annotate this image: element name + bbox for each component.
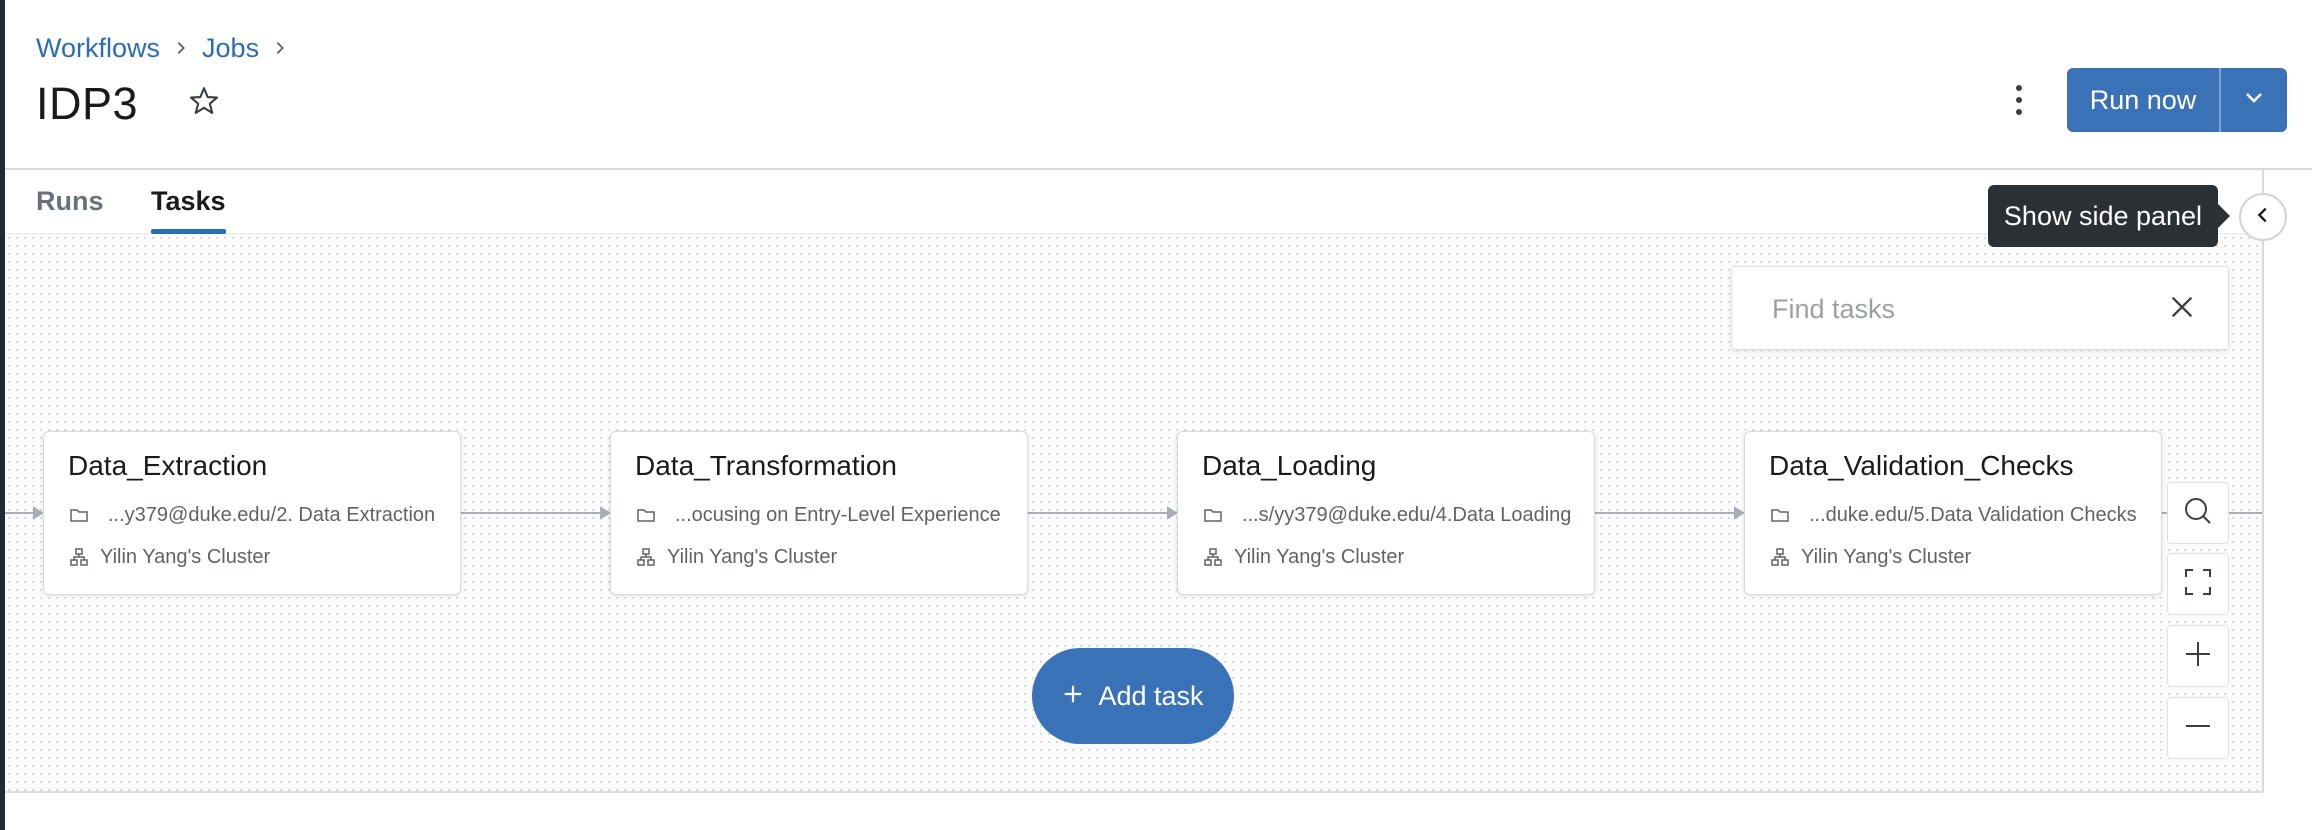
canvas-divider [2262,170,2264,792]
task-name: Data_Validation_Checks [1769,450,2074,481]
task-path-text: ...y379@duke.edu/2. Data Extraction [108,503,436,526]
task-cluster: Yilin Yang's Cluster [1202,542,1404,572]
task-notebook-path: ...duke.edu/5.Data Validation Checks [1769,500,2137,530]
tab-runs[interactable]: Runs [36,186,104,234]
task-card-data-loading[interactable]: Data_Loading ...s/yy379@duke.edu/4.Data … [1177,431,1595,595]
zoom-out-button[interactable] [2167,697,2229,759]
folder-icon [635,504,657,526]
folder-icon [1202,504,1224,526]
task-notebook-path: ...s/yy379@duke.edu/4.Data Loading [1202,500,1571,530]
fit-view-icon [2182,566,2214,603]
task-notebook-path: ...y379@duke.edu/2. Data Extraction [68,500,435,530]
chevron-down-icon [2242,86,2266,115]
task-cluster-text: Yilin Yang's Cluster [1234,545,1405,568]
kebab-dot [2016,109,2022,115]
run-now-button[interactable]: Run now [2067,68,2221,132]
cluster-icon [1202,546,1224,568]
chevron-right-icon [160,30,202,66]
search-icon [2182,495,2214,532]
folder-icon [1769,504,1791,526]
plus-icon [1062,681,1084,712]
run-now-split-button: Run now [2067,68,2287,132]
job-tabs: Runs Tasks [5,172,2263,234]
kebab-dot [2016,85,2022,91]
task-cluster: Yilin Yang's Cluster [68,542,270,572]
fit-view-button[interactable] [2167,553,2229,615]
task-card-data-transformation[interactable]: Data_Transformation ...ocusing on Entry-… [610,431,1028,595]
task-cluster-text: Yilin Yang's Cluster [1801,545,1972,568]
add-task-button[interactable]: Add task [1032,648,1234,744]
task-cluster: Yilin Yang's Cluster [1769,542,1971,572]
breadcrumb-workflows[interactable]: Workflows [36,33,160,64]
favorite-button[interactable] [183,82,225,124]
task-path-text: ...ocusing on Entry-Level Experience [675,503,1001,526]
breadcrumb: Workflows Jobs [36,30,301,66]
canvas-divider [5,791,2263,793]
task-path-text: ...s/yy379@duke.edu/4.Data Loading [1242,503,1572,526]
job-header: Workflows Jobs IDP3 Run now [5,0,2312,170]
add-task-label: Add task [1098,680,1204,711]
close-icon [2168,293,2196,326]
zoom-out-icon [2182,710,2214,747]
task-name: Data_Transformation [635,450,897,481]
cluster-icon [68,546,90,568]
task-cluster-text: Yilin Yang's Cluster [100,545,271,568]
task-name: Data_Extraction [68,450,268,481]
task-notebook-path: ...ocusing on Entry-Level Experience [635,500,1001,530]
show-side-panel-button[interactable] [2239,193,2287,241]
folder-icon [68,504,90,526]
find-tasks-button[interactable] [2167,482,2229,544]
task-name: Data_Loading [1202,450,1377,481]
page-title: IDP3 [36,78,139,129]
task-cluster-text: Yilin Yang's Cluster [667,545,838,568]
cluster-icon [635,546,657,568]
zoom-in-button[interactable] [2167,625,2229,687]
breadcrumb-jobs[interactable]: Jobs [202,33,259,64]
side-panel-tooltip: Show side panel [1988,185,2230,247]
kebab-dot [2016,97,2022,103]
clear-search-button[interactable] [2162,289,2202,329]
find-tasks-input[interactable] [1772,287,2132,331]
run-options-dropdown[interactable] [2221,68,2287,132]
tab-tasks[interactable]: Tasks [151,186,226,234]
chevron-right-icon [259,30,301,66]
task-card-data-extraction[interactable]: Data_Extraction ...y379@duke.edu/2. Data… [43,431,461,595]
task-path-text: ...duke.edu/5.Data Validation Checks [1809,503,2137,526]
more-actions-button[interactable] [1999,80,2039,120]
find-tasks-panel [1731,266,2229,350]
cluster-icon [1769,546,1791,568]
task-card-data-validation-checks[interactable]: Data_Validation_Checks ...duke.edu/5.Dat… [1744,431,2162,595]
zoom-in-icon [2182,638,2214,675]
chevron-left-icon [2252,204,2274,231]
star-icon [187,84,221,123]
task-cluster: Yilin Yang's Cluster [635,542,837,572]
